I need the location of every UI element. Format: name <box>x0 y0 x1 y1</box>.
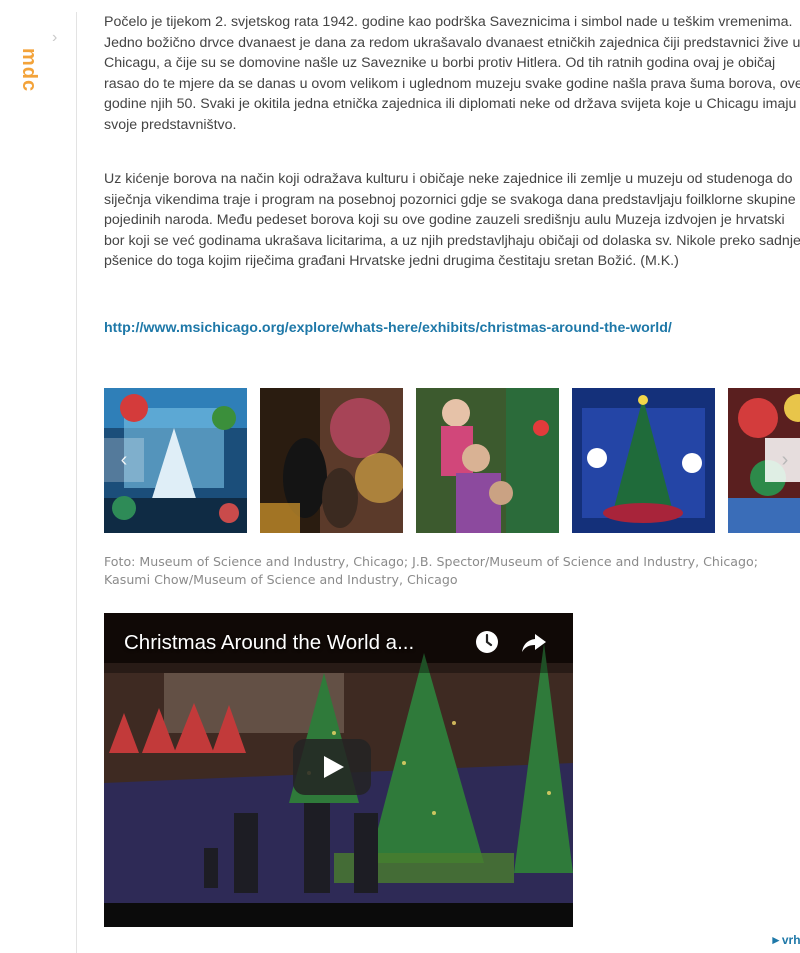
divider <box>76 12 77 953</box>
exhibit-link[interactable]: http://www.msichicago.org/explore/whats-… <box>104 320 672 336</box>
section-label[interactable]: mdc <box>0 48 40 92</box>
photo-gallery <box>104 388 800 533</box>
video-player[interactable]: Christmas Around the World a... <box>104 613 573 927</box>
watch-later-icon[interactable] <box>475 630 499 654</box>
gallery-photo-4[interactable] <box>572 388 715 533</box>
gallery-next-button[interactable]: › <box>765 438 800 482</box>
play-button[interactable] <box>293 739 371 795</box>
back-to-top-link[interactable]: ►vrh <box>770 933 800 947</box>
gallery-photo-3[interactable] <box>416 388 559 533</box>
share-icon[interactable] <box>521 632 547 654</box>
article-paragraph-1: Počelo je tijekom 2. svjetskog rata 1942… <box>104 14 800 133</box>
chevron-right-icon[interactable]: › <box>52 30 57 46</box>
photo-caption: Foto: Museum of Science and Industry, Ch… <box>104 554 758 587</box>
gallery-photo-2[interactable] <box>260 388 403 533</box>
article-paragraph-2: Uz kićenje borova na način koji odražava… <box>104 171 800 269</box>
video-title[interactable]: Christmas Around the World a... <box>124 631 414 655</box>
side-rail: › mdc <box>0 0 76 953</box>
gallery-prev-button[interactable]: ‹ <box>104 438 144 482</box>
